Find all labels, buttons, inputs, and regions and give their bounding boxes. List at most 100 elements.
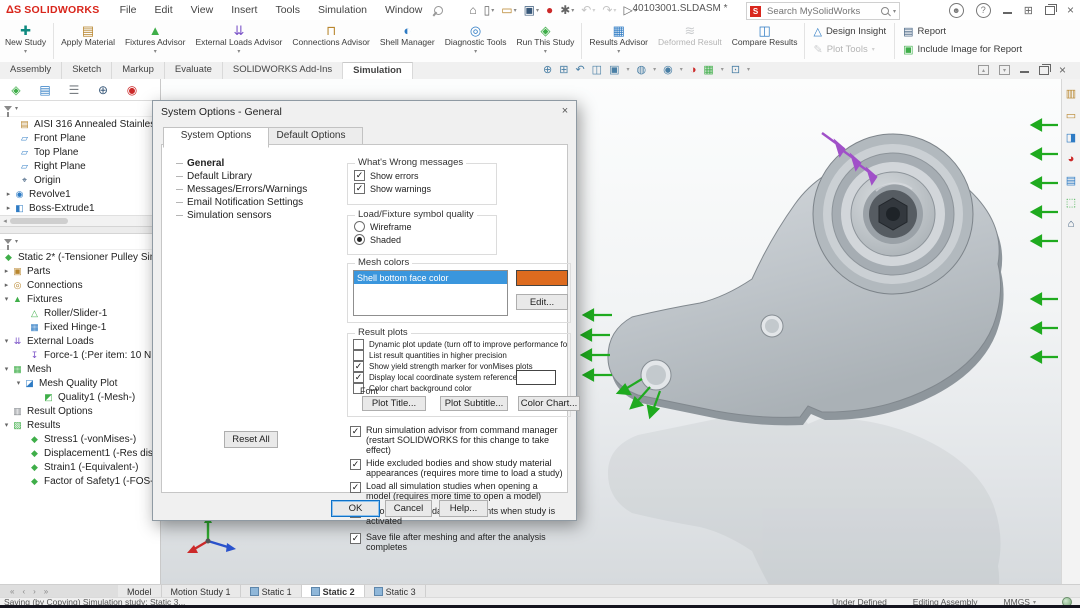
show-warnings-checkbox[interactable]: Show warnings	[354, 183, 496, 194]
tree-item-front-plane[interactable]: ▱ Front Plane	[0, 131, 160, 145]
tab-evaluate[interactable]: Evaluate	[165, 62, 223, 79]
apply-material-button[interactable]: ▤ Apply Material	[56, 20, 120, 62]
mesh-color-swatch[interactable]	[516, 270, 568, 286]
scroll-next-icon[interactable]: ›	[33, 587, 36, 596]
higher-precision-checkbox[interactable]: List result quantities in higher precisi…	[353, 350, 567, 361]
zoom-to-fit-icon[interactable]: ⊕	[543, 63, 552, 76]
tree-item-results[interactable]: ▾ ▧ Results	[0, 418, 160, 432]
hide-excluded-bodies-checkbox[interactable]: Hide excluded bodies and show study mate…	[350, 458, 564, 478]
save-icon[interactable]: ▣▾	[524, 3, 539, 17]
pack-and-go-icon[interactable]: ⬚	[1066, 196, 1076, 209]
tab-simulation[interactable]: Simulation	[343, 62, 413, 80]
external-loads-advisor-button[interactable]: ⇊ External Loads Advisor▾	[190, 20, 287, 62]
wireframe-radio[interactable]: Wireframe	[354, 221, 496, 232]
zoom-to-area-icon[interactable]: ⊞	[559, 63, 568, 76]
menu-simulation[interactable]: Simulation	[316, 3, 369, 17]
tree-item-external-loads[interactable]: ▾ ⇊ External Loads	[0, 334, 160, 348]
new-study-button[interactable]: ✚ New Study▾	[0, 20, 51, 62]
design-insight-button[interactable]: △ Design Insight	[813, 24, 886, 38]
dialog-close-icon[interactable]: ×	[556, 103, 574, 119]
shell-manager-button[interactable]: ◐ Shell Manager	[375, 20, 440, 62]
tab-solidworks-add-ins[interactable]: SOLIDWORKS Add-Ins	[223, 62, 343, 79]
expander-icon[interactable]: ▾	[2, 295, 11, 303]
close-icon[interactable]: ×	[1067, 3, 1074, 17]
expander-icon[interactable]: ▸	[4, 190, 13, 198]
scrollbar-thumb[interactable]	[10, 218, 68, 224]
maximize-icon[interactable]: ⊞	[1024, 4, 1033, 17]
configurationmanager-tab-icon[interactable]: ☰	[66, 83, 82, 97]
menu-view[interactable]: View	[189, 3, 216, 17]
help-icon[interactable]: ?	[976, 3, 991, 18]
tree-item-mesh-quality-plot[interactable]: ▾ ◪ Mesh Quality Plot	[0, 376, 160, 390]
home-icon[interactable]: ⌂	[469, 3, 476, 17]
previous-view-icon[interactable]: ↶	[575, 63, 584, 76]
custom-properties-icon[interactable]: ▤	[1066, 174, 1076, 187]
solidworks-resources-icon[interactable]: ⌂	[1068, 218, 1075, 230]
menu-tools[interactable]: Tools	[273, 3, 302, 17]
panel-splitter[interactable]	[0, 226, 160, 234]
reset-all-button[interactable]: Reset All	[224, 431, 278, 448]
scroll-last-icon[interactable]: »	[44, 587, 48, 596]
tree-item-boss-extrude1[interactable]: ▸ ◧ Boss-Extrude1	[0, 201, 160, 215]
menu-file[interactable]: File	[118, 3, 139, 17]
report-button[interactable]: ▤ Report	[903, 24, 1022, 38]
tree-item-stress1[interactable]: ◆ Stress1 (-vonMises-)	[0, 432, 160, 446]
dimxpertmanager-tab-icon[interactable]: ⊕	[95, 83, 111, 97]
menu-edit[interactable]: Edit	[153, 3, 175, 17]
radio-icon[interactable]	[354, 221, 365, 232]
help-button[interactable]: Help...	[439, 500, 488, 517]
tree-item-force1[interactable]: ↧ Force-1 (:Per item: 10 N:)	[0, 348, 160, 362]
save-after-meshing-checkbox[interactable]: Save file after meshing and after the an…	[350, 532, 564, 552]
expander-icon[interactable]: ▾	[2, 365, 11, 373]
expander-icon[interactable]: ▸	[4, 204, 13, 212]
run-simulation-advisor-checkbox[interactable]: Run simulation advisor from command mana…	[350, 425, 564, 455]
filter-icon[interactable]	[4, 239, 12, 244]
checkbox-icon[interactable]	[350, 533, 361, 544]
tree-item-strain1[interactable]: ◆ Strain1 (-Equivalent-)	[0, 460, 160, 474]
propertymanager-tab-icon[interactable]: ▤	[37, 83, 53, 97]
featuremanager-tab-icon[interactable]: ◈	[8, 83, 24, 97]
scroll-first-icon[interactable]: «	[10, 587, 14, 596]
include-image-for-report-button[interactable]: ▣ Include Image for Report	[903, 42, 1022, 56]
deformed-result-button[interactable]: ≋ Deformed Result	[653, 20, 727, 62]
view-palette-icon[interactable]: ◨	[1066, 131, 1076, 144]
tree-item-quality1[interactable]: ◩ Quality1 (-Mesh-)	[0, 390, 160, 404]
horizontal-scrollbar[interactable]: ◂	[0, 215, 160, 226]
menu-insert[interactable]: Insert	[229, 3, 259, 17]
view-orientation-icon[interactable]: ▣	[609, 63, 619, 76]
expander-icon[interactable]: ▾	[14, 379, 23, 387]
file-explorer-icon[interactable]: ▭	[1066, 109, 1076, 122]
options-tree-default-library[interactable]: Default Library	[176, 170, 307, 183]
expander-icon[interactable]: ▾	[2, 337, 11, 345]
show-errors-checkbox[interactable]: Show errors	[354, 170, 496, 181]
edit-appearance-icon[interactable]: ◑	[690, 64, 697, 76]
search-icon[interactable]	[881, 7, 889, 15]
filter-caret-icon[interactable]: ▾	[15, 238, 18, 245]
tree-item-roller-slider[interactable]: △ Roller/Slider-1	[0, 306, 160, 320]
appearances-icon[interactable]: ◕	[1068, 153, 1075, 165]
search-box[interactable]: S ▾	[746, 2, 900, 20]
tree-item-top-plane[interactable]: ▱ Top Plane	[0, 145, 160, 159]
doc-restore-icon[interactable]	[1039, 66, 1049, 75]
options-tree-email-notification[interactable]: Email Notification Settings	[176, 196, 307, 209]
mesh-color-list-item[interactable]: Shell bottom face color	[354, 271, 507, 284]
tab-sketch[interactable]: Sketch	[62, 62, 112, 79]
expander-icon[interactable]: ▾	[2, 421, 11, 429]
tree-item-study[interactable]: ◆ Static 2* (-Tensioner Pulley Sim-)	[0, 250, 160, 264]
tree-item-displacement1[interactable]: ◆ Displacement1 (-Res disp-)	[0, 446, 160, 460]
radio-icon[interactable]	[354, 234, 365, 245]
search-caret-icon[interactable]: ▾	[893, 8, 896, 15]
dynamic-plot-update-checkbox[interactable]: Dynamic plot update (turn off to improve…	[353, 339, 567, 350]
tree-item-origin[interactable]: ⌖ Origin	[0, 173, 160, 187]
mesh-colors-listbox[interactable]: Shell bottom face color	[353, 270, 508, 316]
tab-assembly[interactable]: Assembly	[0, 62, 62, 79]
run-this-study-button[interactable]: ◈ Run This Study▾	[511, 20, 579, 62]
filter-caret-icon[interactable]: ▾	[15, 105, 18, 112]
edit-color-button[interactable]: Edit...	[516, 294, 568, 310]
apply-scene-icon[interactable]: ▦	[703, 63, 713, 76]
open-icon[interactable]: ▭▾	[501, 3, 516, 17]
rebuild-icon[interactable]: ●	[546, 3, 553, 17]
compare-results-button[interactable]: ◫ Compare Results	[727, 20, 803, 62]
load-all-studies-checkbox[interactable]: Load all simulation studies when opening…	[350, 481, 564, 501]
tree-item-fixed-hinge[interactable]: ▦ Fixed Hinge-1	[0, 320, 160, 334]
